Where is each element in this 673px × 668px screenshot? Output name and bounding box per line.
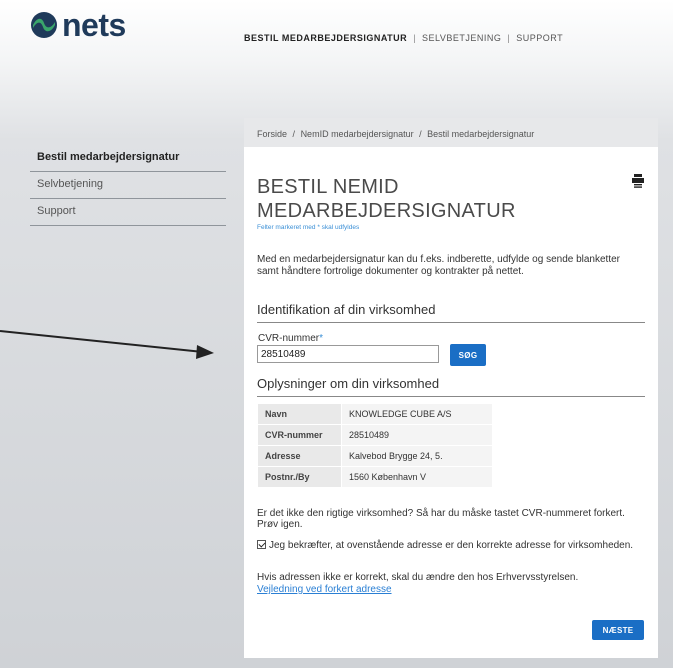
- breadcrumb-separator: /: [419, 129, 422, 139]
- info-key: Postnr./By: [257, 466, 342, 488]
- topnav-order-signature[interactable]: BESTIL MEDARBEJDERSIGNATUR: [244, 33, 407, 43]
- search-button[interactable]: SØG: [450, 344, 486, 366]
- wrong-address-guide-link[interactable]: Vejledning ved forkert adresse: [257, 584, 645, 596]
- table-row: Postnr./By 1560 København V: [257, 466, 493, 488]
- required-marker: *: [319, 333, 324, 344]
- page-title: BESTIL NEMID MEDARBEJDERSIGNATUR: [257, 176, 516, 222]
- breadcrumb-separator: /: [292, 129, 296, 139]
- print-icon[interactable]: [632, 174, 644, 188]
- table-row: CVR-nummer 28510489: [257, 424, 493, 446]
- identification-heading: Identifikation af din virksomhed: [257, 302, 645, 323]
- confirm-checkbox[interactable]: [257, 540, 266, 549]
- main-panel: BESTIL NEMID MEDARBEJDERSIGNATUR Felter …: [244, 147, 658, 658]
- intro-text: Med en medarbejdersignatur kan du f.eks.…: [257, 254, 621, 277]
- info-value: Kalvebod Brygge 24, 5.: [341, 445, 493, 467]
- topnav-self-service[interactable]: SELVBETJENING: [422, 33, 501, 43]
- breadcrumb: Forside / NemID medarbejdersignatur / Be…: [244, 118, 658, 147]
- info-value: 1560 København V: [341, 466, 493, 488]
- info-key: CVR-nummer: [257, 424, 342, 446]
- confirm-row: Jeg bekræfter, at ovenstående adresse er…: [257, 540, 645, 551]
- topnav-separator: |: [413, 33, 417, 43]
- cvr-label-text: CVR-nummer: [258, 333, 320, 344]
- sidebar-item-support[interactable]: Support: [30, 199, 226, 226]
- address-note-block: Hvis adressen ikke er korrekt, skal du æ…: [257, 572, 645, 596]
- info-key: Navn: [257, 403, 342, 425]
- logo-text: nets: [62, 7, 126, 43]
- cvr-input[interactable]: [257, 345, 439, 363]
- address-note: Hvis adressen ikke er korrekt, skal du æ…: [257, 572, 579, 583]
- cvr-label: CVR-nummer*: [258, 333, 323, 344]
- sidebar: Bestil medarbejdersignatur Selvbetjening…: [30, 145, 226, 226]
- sidebar-item-self-service[interactable]: Selvbetjening: [30, 172, 226, 199]
- required-fields-note: Felter markeret med * skal udfyldes: [257, 224, 360, 231]
- breadcrumb-nemid[interactable]: NemID medarbejdersignatur: [301, 129, 414, 139]
- topnav-separator: |: [507, 33, 511, 43]
- nets-logo[interactable]: nets: [30, 8, 126, 42]
- info-value: 28510489: [341, 424, 493, 446]
- info-key: Adresse: [257, 445, 342, 467]
- table-row: Navn KNOWLEDGE CUBE A/S: [257, 403, 493, 425]
- nets-logo-icon: [31, 12, 57, 38]
- company-info-heading: Oplysninger om din virksomhed: [257, 376, 645, 397]
- next-button[interactable]: NÆSTE: [592, 620, 644, 640]
- top-navigation: BESTIL MEDARBEJDERSIGNATUR | SELVBETJENI…: [244, 33, 563, 43]
- breadcrumb-home[interactable]: Forside: [257, 129, 287, 139]
- topnav-support[interactable]: SUPPORT: [516, 33, 563, 43]
- breadcrumb-current: Bestil medarbejdersignatur: [427, 129, 535, 139]
- info-value: KNOWLEDGE CUBE A/S: [341, 403, 493, 425]
- sidebar-item-order-signature[interactable]: Bestil medarbejdersignatur: [30, 145, 226, 172]
- company-info-table: Navn KNOWLEDGE CUBE A/S CVR-nummer 28510…: [257, 403, 493, 488]
- confirm-text: Jeg bekræfter, at ovenstående adresse er…: [269, 540, 634, 551]
- wrong-company-note: Er det ikke den rigtige virksomhed? Så h…: [257, 508, 625, 530]
- table-row: Adresse Kalvebod Brygge 24, 5.: [257, 445, 493, 467]
